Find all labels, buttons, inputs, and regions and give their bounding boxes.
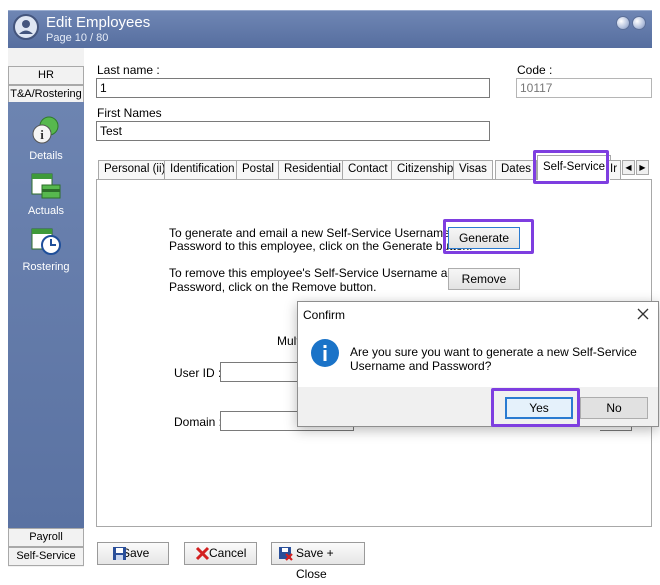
- dialog-message-line2: Username and Password?: [350, 359, 492, 373]
- tab-visas[interactable]: Visas: [453, 160, 493, 179]
- generate-button-highlight: [443, 219, 534, 254]
- remove-instruction-line2: Password, click on the Remove button.: [169, 280, 377, 294]
- generate-instruction-line2: Password to this employee, click on the …: [169, 239, 473, 253]
- domain-label: Domain :: [174, 415, 223, 429]
- tab-identification[interactable]: Identification: [164, 160, 241, 179]
- details-info-icon[interactable]: i: [30, 114, 62, 146]
- tab-citizenship[interactable]: Citizenship: [391, 160, 460, 179]
- cancel-x-icon: [195, 546, 210, 561]
- info-icon: [311, 339, 339, 367]
- svg-text:i: i: [40, 127, 44, 142]
- save-disk-icon: [113, 547, 126, 560]
- sidebar-tab-hr[interactable]: HR: [8, 66, 84, 85]
- app-logo-icon: [13, 14, 39, 40]
- sidebar-item-rostering[interactable]: Rostering: [8, 261, 84, 273]
- sidebar-tab-self-service[interactable]: Self-Service: [8, 547, 84, 566]
- tab-postal[interactable]: Postal: [236, 160, 280, 179]
- yes-button-highlight: [491, 388, 580, 427]
- close-icon[interactable]: [637, 308, 649, 320]
- tab-contact[interactable]: Contact: [342, 160, 394, 179]
- tab-dates[interactable]: Dates: [495, 160, 538, 179]
- sidebar-item-actuals[interactable]: Actuals: [8, 205, 84, 217]
- dialog-message-line1: Are you sure you want to generate a new …: [350, 345, 637, 359]
- tab-scroll-left-button[interactable]: ◀: [622, 160, 635, 175]
- generate-instruction-line1: To generate and email a new Self-Service…: [169, 226, 474, 240]
- first-names-field[interactable]: Test: [96, 121, 490, 141]
- last-name-label: Last name :: [97, 63, 160, 77]
- sidebar-panel: [8, 102, 84, 529]
- code-field[interactable]: 10117: [516, 78, 652, 98]
- code-label: Code :: [517, 63, 553, 77]
- user-id-label: User ID :: [174, 366, 222, 380]
- tab-residential[interactable]: Residential: [278, 160, 347, 179]
- window-title: Edit Employees: [46, 14, 151, 31]
- page-info: Page 10 / 80: [46, 32, 109, 44]
- close-window-button[interactable]: [632, 16, 646, 30]
- rostering-clock-icon[interactable]: [30, 225, 62, 257]
- first-names-label: First Names: [97, 106, 162, 120]
- last-name-field[interactable]: 1: [96, 78, 490, 98]
- minimize-button[interactable]: [616, 16, 630, 30]
- dialog-title: Confirm: [303, 308, 346, 322]
- save-close-icon: [279, 547, 293, 561]
- remove-button[interactable]: Remove: [448, 268, 520, 290]
- sidebar-tab-payroll[interactable]: Payroll: [8, 528, 84, 547]
- no-button[interactable]: No: [580, 397, 648, 419]
- tab-personal-ii[interactable]: Personal (ii): [98, 160, 172, 179]
- tab-partial[interactable]: Ir: [607, 160, 621, 179]
- sidebar-item-details[interactable]: Details: [8, 150, 84, 162]
- remove-instruction-line1: To remove this employee's Self-Service U…: [169, 266, 461, 280]
- tab-scroll-right-button[interactable]: ▶: [636, 160, 649, 175]
- actuals-calendar-icon[interactable]: [30, 170, 62, 202]
- self-service-tab-highlight: [533, 150, 609, 184]
- save-button[interactable]: Save: [97, 542, 169, 565]
